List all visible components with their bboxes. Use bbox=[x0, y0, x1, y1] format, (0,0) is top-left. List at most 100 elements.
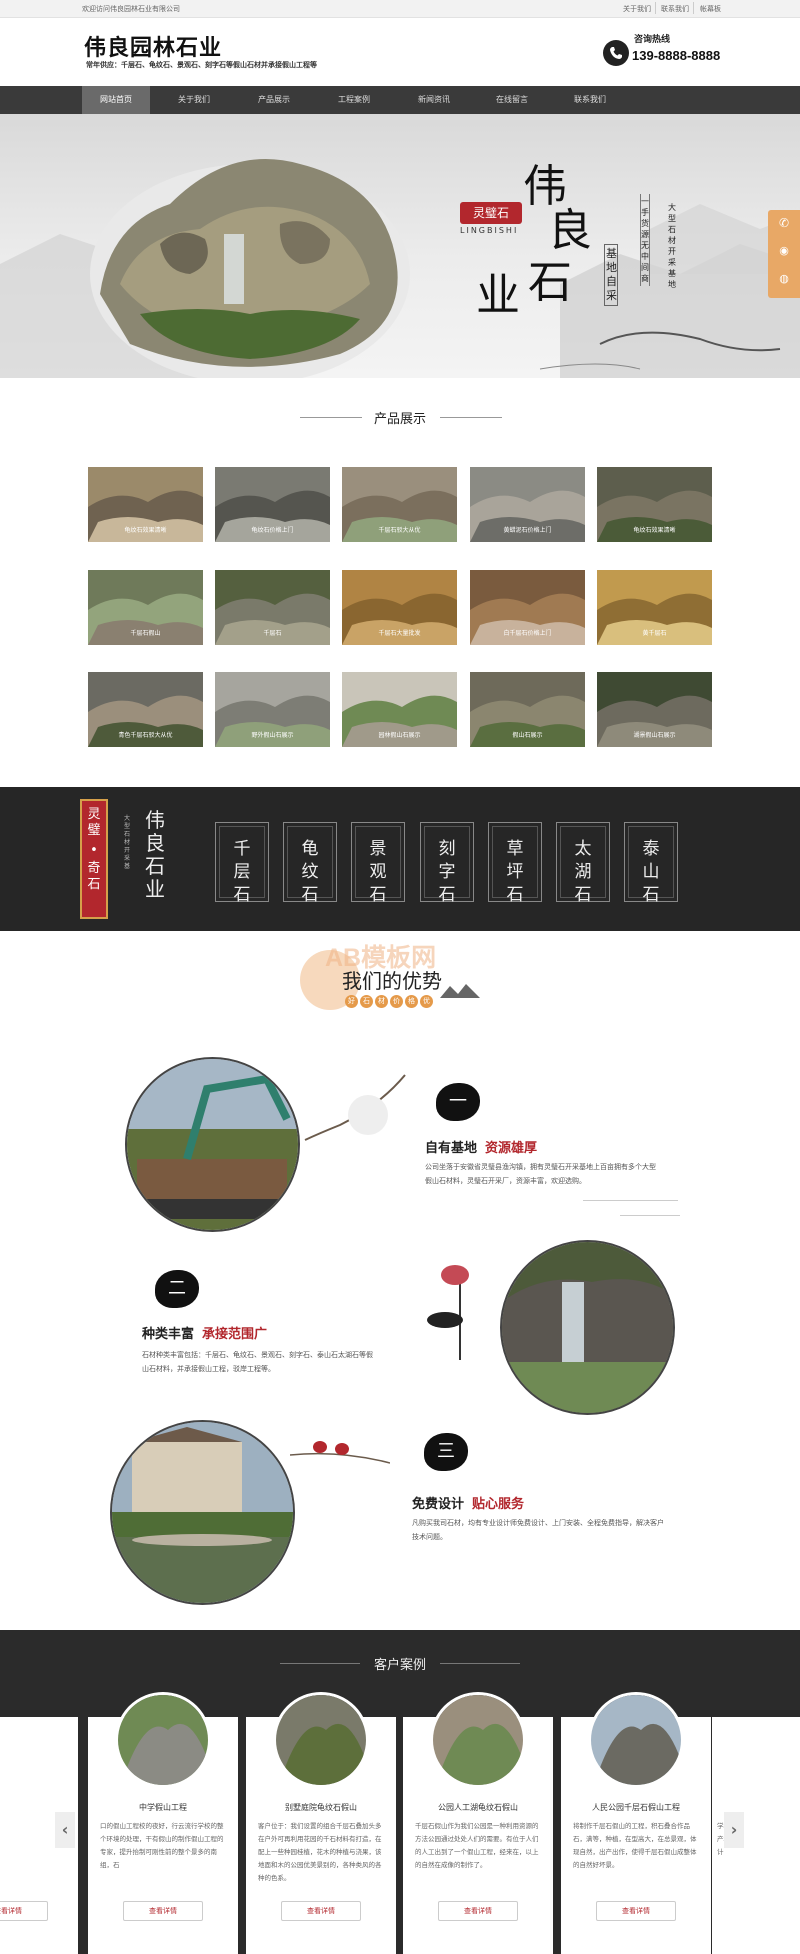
hotline-label: 咨询热线 bbox=[634, 35, 671, 45]
product-tile[interactable]: 青色千层石驳大从优 bbox=[88, 672, 203, 747]
nav-item-contact[interactable]: 联系我们 bbox=[556, 86, 624, 114]
category-banner: 灵璧 • 奇石 大型石材开采基 伟良石业 千层石龟纹石景观石刻字石草坪石太湖石泰… bbox=[0, 787, 800, 931]
case-photo bbox=[588, 1692, 684, 1788]
case-card[interactable]: 公园人工湖龟纹石假山 千层石假山作为我们公园是一种利用资源的方法公园通过处处人们的… bbox=[403, 1692, 553, 1954]
feature-highlight: 资源雄厚 bbox=[485, 1141, 538, 1156]
category-box[interactable]: 泰山石 bbox=[624, 822, 678, 905]
top-link-contact[interactable]: 联系我们 bbox=[661, 4, 689, 14]
case-desc: 客户位于：我们设置的组合千层石叠加头多在户外可再利用花园的千石材料有打造，在配上… bbox=[258, 1822, 382, 1882]
case-title: 中学假山工程 bbox=[139, 1803, 187, 1812]
product-tile[interactable]: 千层石 bbox=[215, 570, 330, 645]
advantage-tag: 石 bbox=[360, 995, 373, 1008]
hero-tag-source: 一手货源无中间商 bbox=[640, 194, 650, 286]
product-tile[interactable]: 黄千层石 bbox=[597, 570, 712, 645]
case-card[interactable]: 中学假山工程 口的假山工程校的夜好，行云流行学校的整个环境的处理，干有假山的制作假… bbox=[88, 1692, 238, 1954]
feature-3-desc: 凡购买我司石材，均有专业设计师免费设计、上门安装、全程免费指导，解决客户技术问题… bbox=[412, 1519, 664, 1541]
hero-char-4: 业 bbox=[476, 270, 520, 321]
feature-highlight: 贴心服务 bbox=[472, 1497, 525, 1512]
advantage-tag: 格 bbox=[405, 995, 418, 1008]
product-tile[interactable]: 千层石驳大从优 bbox=[342, 467, 457, 542]
case-card[interactable]: 人民公园千层石假山工程将制作千层石假山的工程，积石叠合作品石，满等，种植，在型高… bbox=[561, 1692, 711, 1954]
feature-3-photo bbox=[110, 1420, 295, 1605]
product-tile[interactable]: 龟纹石效果清晰 bbox=[597, 467, 712, 542]
product-tile[interactable]: 白千层石价格上门 bbox=[470, 570, 585, 645]
case-detail-button[interactable]: 查看详情 bbox=[281, 1901, 361, 1921]
product-tile[interactable]: 野外假山石展示 bbox=[215, 672, 330, 747]
product-caption: 龟纹石价格上门 bbox=[251, 527, 294, 534]
site-tagline: 常年供应：千层石、龟纹石、景观石、刻字石等假山石材并承接假山工程等 bbox=[86, 61, 317, 69]
product-caption: 千层石大量批发 bbox=[378, 630, 421, 637]
nav-item-message[interactable]: 在线留言 bbox=[478, 86, 546, 114]
category-box[interactable]: 刻字石 bbox=[420, 822, 474, 905]
hero-tag-base: 基地自采 bbox=[604, 244, 618, 306]
top-link-template[interactable]: 帐幕板 bbox=[700, 4, 721, 14]
product-caption: 青色千层石驳大从优 bbox=[118, 732, 173, 739]
product-tile[interactable]: 黄蜡泥石价格上门 bbox=[470, 467, 585, 542]
case-photo bbox=[273, 1692, 369, 1788]
category-box[interactable]: 草坪石 bbox=[488, 822, 542, 905]
category-box[interactable]: 千层石 bbox=[215, 822, 269, 905]
product-tile[interactable]: 园林假山石展示 bbox=[342, 672, 457, 747]
qq-icon[interactable]: ◉ bbox=[775, 244, 793, 262]
divider bbox=[440, 417, 502, 418]
feature-1-title: 自有基地 资源雄厚 bbox=[425, 1137, 537, 1156]
nav-item-cases[interactable]: 工程案例 bbox=[320, 86, 388, 114]
category-box[interactable]: 景观石 bbox=[351, 822, 405, 905]
carousel-prev-button[interactable]: ‹ bbox=[55, 1812, 75, 1848]
hero-landscape-image bbox=[0, 159, 800, 378]
category-label: 景观石 bbox=[355, 826, 401, 905]
feature-2-number: 二 bbox=[155, 1270, 199, 1308]
top-link-about[interactable]: 关于我们 bbox=[623, 4, 651, 14]
feature-3-title: 免费设计 贴心服务 bbox=[412, 1493, 524, 1512]
case-desc: 将制作千层石假山的工程，积石叠合作品石，满等，种植，在型高大，在总景观，体现自然… bbox=[573, 1822, 697, 1869]
divider bbox=[583, 1200, 678, 1201]
hero-seal: 灵璧石 bbox=[460, 202, 522, 224]
top-bar: 欢迎访问伟良园林石业有限公司 关于我们 联系我们 帐幕板 bbox=[0, 0, 800, 18]
product-caption: 千层石假山 bbox=[130, 630, 161, 637]
case-card-button[interactable]: 查看详情 bbox=[0, 1901, 48, 1921]
case-title: 公园人工湖龟纹石假山 bbox=[438, 1803, 518, 1812]
product-tile[interactable]: 龟纹石价格上门 bbox=[215, 467, 330, 542]
site-logo-title[interactable]: 伟良园林石业 bbox=[84, 30, 222, 62]
divider bbox=[620, 1215, 680, 1216]
feature-3-number: 三 bbox=[424, 1433, 468, 1471]
case-detail-button[interactable]: 查看详情 bbox=[438, 1901, 518, 1921]
wechat-icon[interactable]: ◍ bbox=[775, 272, 793, 290]
feature-1-desc: 公司坐落于安徽省灵璧县渔沟镇，拥有灵璧石开采基地上百亩拥有多个大型假山石材料，灵… bbox=[425, 1163, 656, 1185]
product-caption: 湖景假山石展示 bbox=[633, 732, 676, 739]
phone-icon[interactable]: ✆ bbox=[775, 216, 793, 234]
case-title: 人民公园千层石假山工程 bbox=[592, 1803, 680, 1812]
product-tile[interactable]: 千层石大量批发 bbox=[342, 570, 457, 645]
product-caption: 园林假山石展示 bbox=[378, 732, 421, 739]
birds-decoration bbox=[290, 1441, 390, 1464]
category-box[interactable]: 太湖石 bbox=[556, 822, 610, 905]
product-caption: 假山石展示 bbox=[512, 732, 543, 739]
feature-2-photo bbox=[500, 1240, 675, 1415]
category-label: 刻字石 bbox=[424, 826, 470, 905]
carousel-next-button[interactable]: › bbox=[724, 1812, 744, 1848]
feature-title-text: 免费设计 bbox=[412, 1497, 465, 1512]
nav-item-home[interactable]: 网站首页 bbox=[82, 86, 150, 114]
advantage-tag: 材 bbox=[375, 995, 388, 1008]
product-tile[interactable]: 千层石假山 bbox=[88, 570, 203, 645]
case-detail-button[interactable]: 查看详情 bbox=[596, 1901, 676, 1921]
nav-item-products[interactable]: 产品展示 bbox=[240, 86, 308, 114]
feature-1-photo bbox=[125, 1057, 300, 1232]
category-label: 龟纹石 bbox=[287, 826, 333, 905]
product-caption: 白千层石价格上门 bbox=[503, 630, 552, 637]
case-detail-button[interactable]: 查看详情 bbox=[123, 1901, 203, 1921]
nav-item-news[interactable]: 新闻资讯 bbox=[400, 86, 468, 114]
feature-title-text: 种类丰富 bbox=[142, 1327, 195, 1342]
product-caption: 龟纹石效果清晰 bbox=[633, 527, 676, 534]
case-card[interactable]: 别墅庭院龟纹石假山 客户位于：我们设置的组合千层石叠加头多在户外可再利用花园的千石… bbox=[246, 1692, 396, 1954]
nav-item-about[interactable]: 关于我们 bbox=[160, 86, 228, 114]
product-tile[interactable]: 假山石展示 bbox=[470, 672, 585, 747]
product-tile[interactable]: 龟纹石效果清晰 bbox=[88, 467, 203, 542]
category-box[interactable]: 龟纹石 bbox=[283, 822, 337, 905]
product-caption: 黄千层石 bbox=[642, 630, 667, 637]
category-label: 草坪石 bbox=[492, 826, 538, 905]
product-tile[interactable]: 湖景假山石展示 bbox=[597, 672, 712, 747]
hotline-number[interactable]: 139-8888-8888 bbox=[632, 48, 720, 63]
feature-title-text: 自有基地 bbox=[425, 1141, 478, 1156]
product-caption: 野外假山石展示 bbox=[251, 732, 294, 739]
